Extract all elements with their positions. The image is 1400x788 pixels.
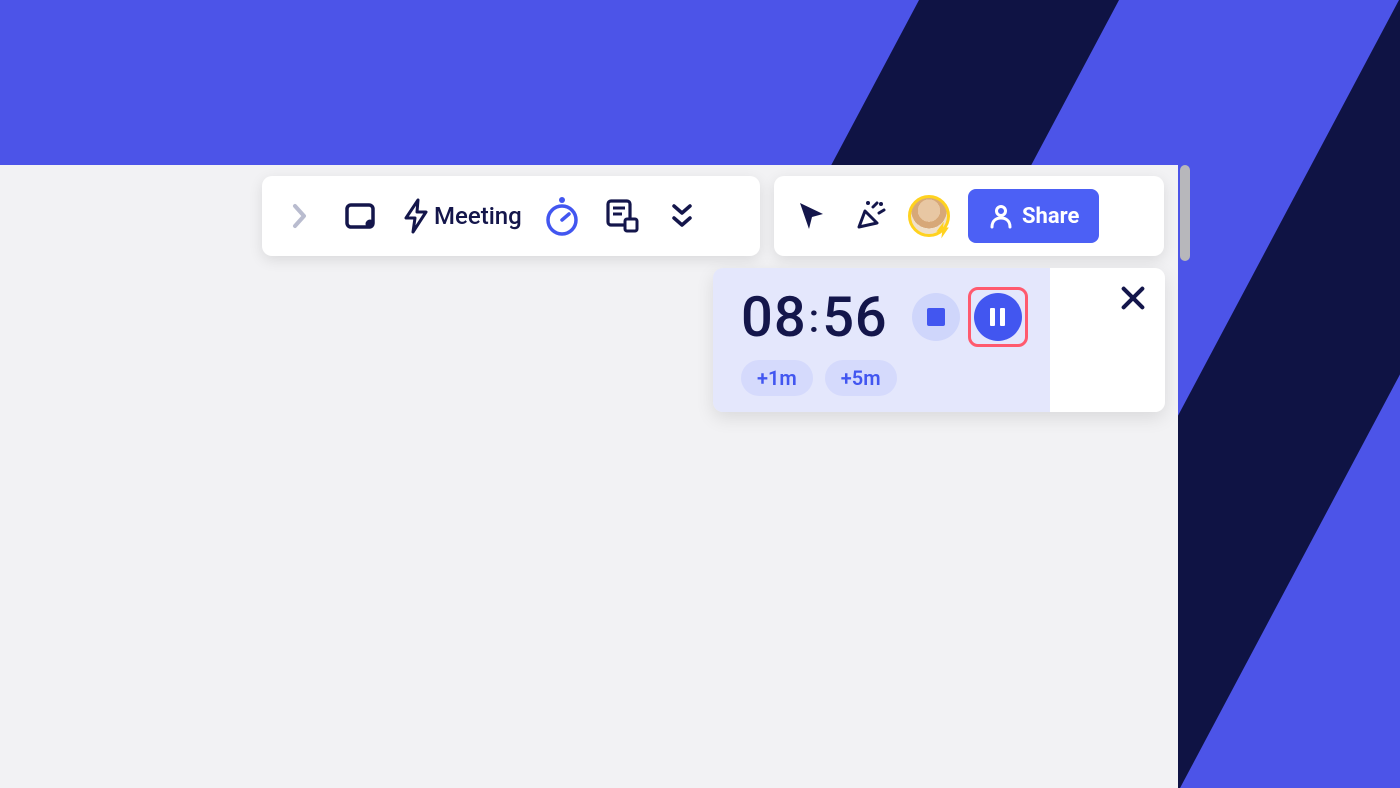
timer-seconds: 56 (822, 284, 888, 350)
collab-toolbar: Share (774, 176, 1164, 256)
share-button[interactable]: Share (968, 189, 1099, 243)
pause-icon (990, 308, 1005, 326)
more-tools-button[interactable] (662, 194, 702, 238)
timer-minutes: 08 (741, 284, 807, 350)
add-1m-button[interactable]: +1m (741, 360, 813, 396)
double-chevron-down-icon (671, 203, 693, 229)
party-popper-icon (851, 197, 889, 235)
cursor-icon (795, 199, 829, 233)
pause-button-highlight (968, 287, 1028, 347)
scrollbar-thumb[interactable] (1180, 165, 1190, 261)
timer-display: 08:56 (741, 284, 888, 350)
share-label: Share (1022, 204, 1079, 229)
poll-icon (603, 197, 641, 235)
lightning-icon (400, 198, 432, 234)
cursor-tool-button[interactable] (792, 194, 832, 238)
user-avatar[interactable] (908, 195, 950, 237)
meeting-label: Meeting (434, 202, 522, 230)
close-icon[interactable] (1119, 284, 1147, 312)
timer-icon (543, 195, 581, 237)
timer-panel-side (1050, 268, 1165, 412)
pause-timer-button[interactable] (974, 293, 1022, 341)
voting-tool-button[interactable] (602, 194, 642, 238)
reactions-button[interactable] (850, 194, 890, 238)
frame-tool-button[interactable] (340, 194, 380, 238)
meeting-button[interactable]: Meeting (400, 194, 522, 238)
timer-panel-body: 08:56 +1m +5m (713, 268, 1050, 412)
stop-timer-button[interactable] (912, 293, 960, 341)
chevron-right-icon (292, 203, 308, 229)
main-toolbar: Meeting (262, 176, 760, 256)
frame-icon (342, 198, 378, 234)
facilitator-bolt-icon (933, 220, 953, 240)
person-icon (988, 203, 1014, 229)
stop-icon (927, 308, 945, 326)
timer-panel: 08:56 +1m +5m (713, 268, 1165, 412)
expand-toolbar-button[interactable] (280, 194, 320, 238)
timer-tool-button[interactable] (542, 194, 582, 238)
add-5m-button[interactable]: +5m (825, 360, 897, 396)
app-canvas (0, 165, 1178, 788)
